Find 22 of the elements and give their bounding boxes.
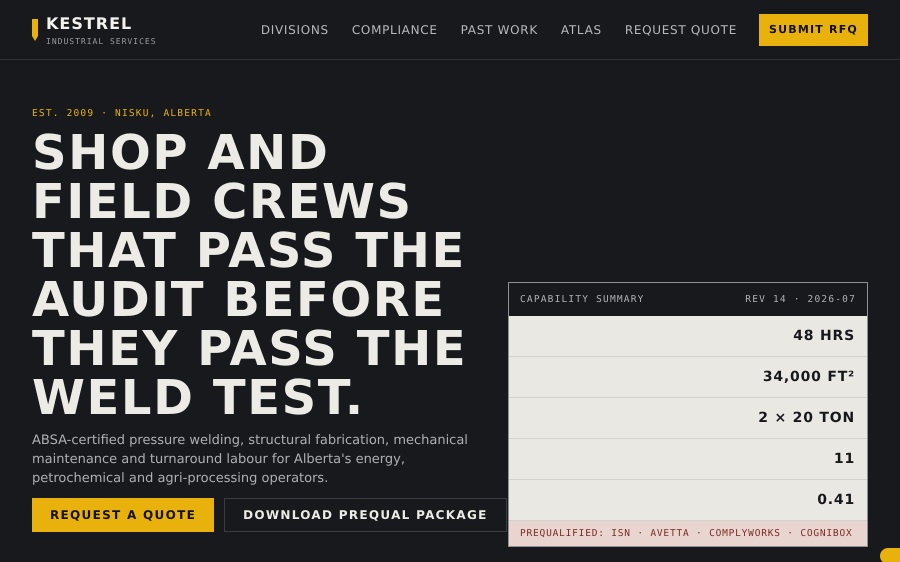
capability-value: 0.41 — [817, 492, 855, 508]
prequalified-text: PREQUALIFIED: ISN · AVETTA · COMPLYWORKS · COGNIBOX — [520, 528, 852, 539]
nav-link[interactable]: ATLAS — [560, 22, 602, 36]
nav-link[interactable]: COMPLIANCE — [352, 22, 438, 36]
capability-value: 34,000 FT² — [762, 369, 855, 385]
nav-link[interactable]: PAST WORK — [460, 22, 538, 36]
brand-name: KESTREL — [46, 14, 134, 32]
hero-description: ABSA-certified pressure welding, structural fabrication, mechanical maintenance and turnaround labour for Alberta's energy, petrochemical and agri-processing operators. — [32, 432, 469, 488]
submit-rfq-button[interactable]: SUBMIT RFQ — [759, 14, 868, 46]
card-title: CAPABILITY SUMMARY — [520, 294, 645, 305]
capability-value: 2 × 20 TON — [758, 410, 855, 426]
logo-mark-icon — [32, 18, 38, 40]
capability-value: 48 HRS — [793, 328, 855, 344]
nav-link[interactable]: DIVISIONS — [260, 22, 329, 36]
card-revision: REV 14 · 2026-07 — [745, 294, 856, 305]
nav-link[interactable]: REQUEST QUOTE — [624, 22, 737, 36]
hero-headline: SHOP AND FIELD CREWS THAT PASS THE AUDIT BEFORE THEY PASS THE WELD TEST. — [32, 129, 468, 423]
capability-value: 11 — [834, 451, 855, 467]
request-quote-button[interactable]: REQUEST A QUOTE — [32, 498, 214, 532]
hero-eyebrow: EST. 2009 · NISKU, ALBERTA — [32, 108, 213, 119]
download-button[interactable]: DOWNLOAD PREQUAL PACKAGE — [224, 498, 507, 532]
brand-tagline: INDUSTRIAL SERVICES — [46, 36, 157, 46]
